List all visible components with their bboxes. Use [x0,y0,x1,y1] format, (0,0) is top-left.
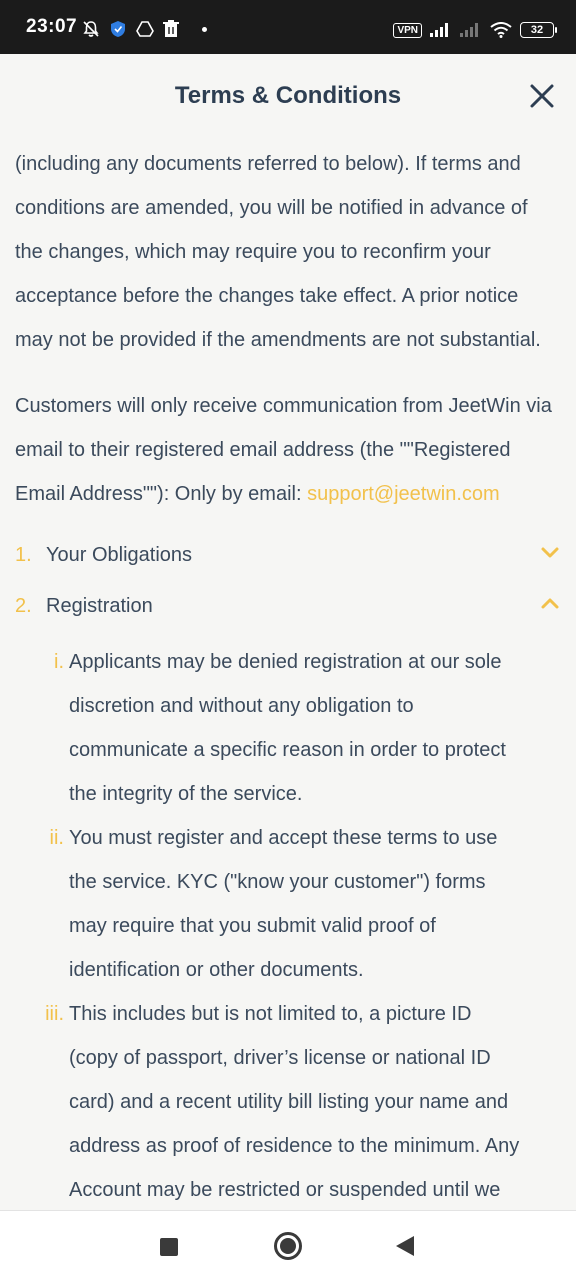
item-numeral: ii. [49,827,64,849]
signal-icon [430,23,448,37]
text-line: email to their registered email address … [15,439,511,461]
text-line: discretion and without any obligation to [69,695,414,717]
chevron-up-icon[interactable] [539,593,561,615]
text-line: identification or other documents. [69,959,364,981]
accordion-your-obligations[interactable]: 1. Your Obligations [15,536,561,576]
text-line: address as proof of residence to the min… [69,1135,520,1157]
status-icons-right: VPN 32 [393,22,557,38]
text-line: (including any documents referred to bel… [15,153,521,175]
intro-paragraph: (including any documents referred to bel… [15,142,565,362]
accordion-registration[interactable]: 2. Registration [15,587,561,627]
accordion-label: Your Obligations [46,544,193,566]
system-nav-bar [0,1210,576,1281]
status-time: 23:07 [26,16,78,37]
item-text: You must register and accept these terms… [69,816,550,992]
text-line: conditions are amended, you will be noti… [15,197,528,219]
text-line: the service. KYC ("know your customer") … [69,871,486,893]
text-fragment: Email Address""): Only by email: [15,483,308,505]
item-numeral: iii. [45,1003,64,1025]
signal-weak-icon [460,23,478,37]
item-text: Applicants may be denied registration at… [69,640,550,816]
chevron-down-icon[interactable] [539,542,561,564]
accordion-label: Registration [46,595,153,617]
status-bar: 23:07 VPN 32 [0,0,576,54]
text-line: may require that you submit valid proof … [69,915,436,937]
recents-icon[interactable] [160,1238,178,1256]
drive-icon [136,21,154,37]
text-line: communicate a specific reason in order t… [69,739,506,761]
trash-icon [163,20,179,37]
text-line: (copy of passport, driver’s license or n… [69,1047,491,1069]
home-icon[interactable] [274,1232,302,1260]
text-line: You must register and accept these terms… [69,827,498,849]
support-email-link[interactable]: support@jeetwin.com [307,483,500,505]
bell-off-icon [83,21,99,37]
close-icon[interactable] [528,82,556,110]
wifi-icon [490,22,512,38]
text-line: card) and a recent utility bill listing … [69,1091,509,1113]
item-text: This includes but is not limited to, a p… [69,992,550,1210]
accordion-number: 2. [15,595,32,617]
page-title: Terms & Conditions [174,82,402,109]
text-line: Customers will only receive communicatio… [15,395,552,417]
registration-item: iii. This includes but is not limited to… [30,992,550,1210]
text-line: the changes, which may require you to re… [15,241,491,263]
text-line: the integrity of the service. [69,783,303,805]
terms-content[interactable]: (including any documents referred to bel… [0,142,576,1210]
text-line: acceptance before the changes take effec… [15,285,519,307]
battery-icon: 32 [520,22,557,38]
communication-paragraph: Customers will only receive communicatio… [15,384,565,516]
text-line: Applicants may be denied registration at… [69,651,502,673]
dot-icon [202,26,207,32]
text-line: may not be provided if the amendments ar… [15,329,541,351]
text-line: Email Address""): Only by email: support… [15,472,565,516]
text-line: Account may be restricted or suspended u… [69,1179,501,1201]
text-line: This includes but is not limited to, a p… [69,1003,472,1025]
vpn-badge: VPN [393,22,422,38]
accordion-number: 1. [15,544,32,566]
registration-item: ii. You must register and accept these t… [30,816,550,992]
status-icons-left [82,20,207,38]
shield-icon [111,21,125,37]
modal-header: Terms & Conditions [0,54,576,142]
back-icon[interactable] [396,1236,414,1256]
item-numeral: i. [54,651,64,673]
registration-item: i. Applicants may be denied registration… [30,640,550,816]
